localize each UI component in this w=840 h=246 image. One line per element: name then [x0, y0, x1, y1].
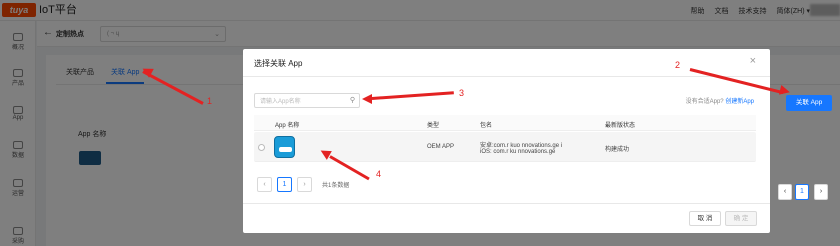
- select-app-modal: 选择关联 App × ⚲ 没有合适App? 创建新App App 名称 类型 包…: [243, 49, 770, 233]
- column-header-app-name: App 名称: [275, 123, 300, 129]
- annotation-label-3: 3: [459, 88, 465, 98]
- arrow-head-3: [362, 94, 372, 104]
- close-icon[interactable]: ×: [750, 55, 756, 67]
- app-search-box[interactable]: ⚲: [254, 93, 360, 108]
- page-1-button[interactable]: 1: [277, 177, 292, 192]
- next-page-button[interactable]: ›: [297, 177, 312, 192]
- app-type: OEM APP: [427, 144, 455, 150]
- modal-footer-divider: [243, 203, 770, 204]
- cancel-button[interactable]: 取 消: [689, 211, 721, 226]
- bg-prev-page[interactable]: ‹: [778, 184, 792, 200]
- prev-page-button[interactable]: ‹: [257, 177, 272, 192]
- column-header-package: 包名: [480, 123, 493, 129]
- row-radio[interactable]: [258, 144, 265, 151]
- no-app-text: 没有合适App?: [685, 99, 724, 105]
- annotation-label-1: 1: [207, 96, 213, 106]
- annotation-label-2: 2: [675, 60, 681, 70]
- annotation-label-4: 4: [376, 169, 382, 179]
- create-app-link[interactable]: 创建新App: [725, 99, 754, 105]
- package-ios: iOS: com.r ku nnovations.ge: [480, 149, 556, 155]
- package-android: 安卓:com.r kuo nnovations.ge i: [480, 143, 563, 149]
- modal-header-divider: [243, 76, 770, 77]
- table-header: [254, 115, 756, 131]
- search-input[interactable]: [260, 97, 346, 106]
- column-header-status: 最新版状态: [605, 123, 636, 129]
- column-header-type: 类型: [427, 123, 440, 129]
- modal-title: 选择关联 App: [254, 59, 303, 68]
- confirm-button[interactable]: 确 定: [725, 211, 757, 226]
- search-icon: ⚲: [349, 97, 355, 104]
- build-status: 构建成功: [605, 147, 630, 153]
- total-count: 共1条数据: [322, 183, 350, 189]
- bg-next-page[interactable]: ›: [814, 184, 828, 200]
- app-logo-icon: [274, 136, 295, 158]
- bg-page-1[interactable]: 1: [795, 184, 809, 200]
- bind-app-button[interactable]: 关联 App: [786, 95, 832, 111]
- no-app-hint: 没有合适App? 创建新App: [686, 96, 754, 105]
